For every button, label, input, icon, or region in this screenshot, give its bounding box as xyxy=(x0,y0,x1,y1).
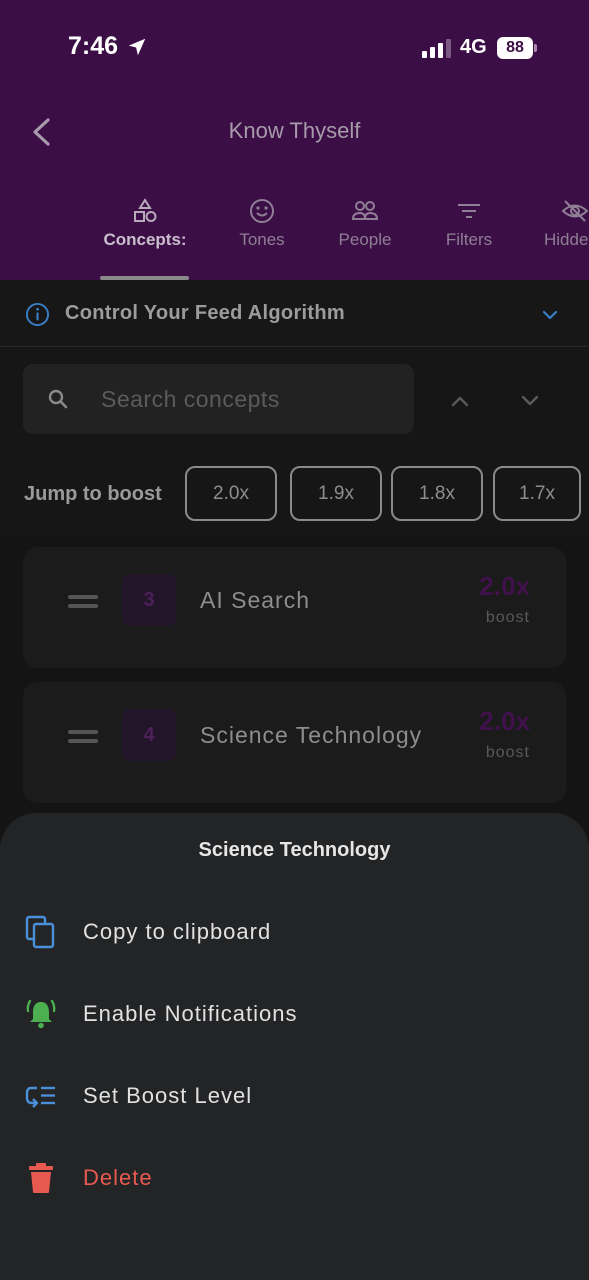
info-icon xyxy=(25,302,50,327)
tab-concepts-label: Concepts: xyxy=(103,230,187,249)
boost-chip[interactable]: 1.9x xyxy=(290,466,382,521)
concept-rank: 4 xyxy=(122,709,176,761)
info-bar-text: Control Your Feed Algorithm xyxy=(65,302,345,324)
battery-level: 88 xyxy=(497,37,533,59)
chevron-up-icon[interactable] xyxy=(447,388,473,414)
app-header: 7:46 4G 88 Know Thyself Concepts: Tones … xyxy=(0,0,589,280)
search-box[interactable] xyxy=(23,364,414,434)
concept-boost-value: 2.0x xyxy=(479,706,530,736)
concept-card[interactable]: 4 Science Technology 2.0x boost xyxy=(23,682,566,803)
concept-rank: 3 xyxy=(122,574,176,626)
action-label: Set Boost Level xyxy=(83,1083,253,1108)
location-arrow-icon xyxy=(128,38,146,56)
eye-off-icon xyxy=(561,200,589,222)
search-input[interactable] xyxy=(101,380,401,418)
concept-boost-label: boost xyxy=(485,744,530,761)
tab-filters[interactable]: Filters xyxy=(414,190,524,280)
action-bottom-sheet: Science Technology Copy to clipboard Ena… xyxy=(0,813,589,1280)
action-label: Enable Notifications xyxy=(83,1001,298,1026)
action-label: Copy to clipboard xyxy=(83,919,272,944)
boost-chip[interactable]: 1.8x xyxy=(391,466,483,521)
tab-people-label: People xyxy=(338,230,392,249)
tab-tones-label: Tones xyxy=(239,230,285,249)
bell-alert-icon xyxy=(26,999,56,1029)
tab-hidden[interactable]: Hidde xyxy=(520,190,589,280)
concept-boost-value: 2.0x xyxy=(479,571,530,601)
page-title: Know Thyself xyxy=(228,118,361,143)
network-type: 4G xyxy=(460,36,487,58)
smiley-icon xyxy=(250,199,274,223)
tab-hidden-label: Hidde xyxy=(544,230,589,249)
copy-to-clipboard-action[interactable]: Copy to clipboard xyxy=(0,915,589,985)
people-icon xyxy=(351,201,379,220)
signal-icon xyxy=(422,39,451,58)
status-bar: 7:46 4G 88 xyxy=(0,0,589,96)
search-section: Jump to boost 2.0x 1.9x 1.8x 1.7x xyxy=(0,348,589,536)
boost-level-icon xyxy=(25,1086,55,1108)
status-time: 7:46 xyxy=(68,32,119,60)
search-icon xyxy=(48,389,68,409)
active-tab-indicator xyxy=(100,276,189,280)
trash-icon xyxy=(29,1163,53,1193)
concept-card[interactable]: 3 AI Search 2.0x boost xyxy=(23,547,566,668)
tab-concepts[interactable]: Concepts: xyxy=(90,190,200,280)
sheet-title: Science Technology xyxy=(198,839,391,861)
tab-filters-label: Filters xyxy=(445,230,493,249)
drag-handle-icon[interactable] xyxy=(68,730,98,748)
boost-chip[interactable]: 1.7x xyxy=(493,466,581,521)
tab-people[interactable]: People xyxy=(310,190,420,280)
filter-icon xyxy=(458,204,480,218)
chevron-down-icon[interactable] xyxy=(517,388,543,414)
concept-name: Science Technology xyxy=(200,722,423,748)
concept-boost-label: boost xyxy=(485,609,530,626)
battery-indicator: 88 xyxy=(497,37,537,59)
tab-tones[interactable]: Tones xyxy=(207,190,317,280)
chevron-down-icon[interactable] xyxy=(540,305,560,325)
concept-name: AI Search xyxy=(200,587,310,613)
feed-algorithm-info-bar[interactable]: Control Your Feed Algorithm xyxy=(0,281,589,347)
jump-to-boost-label: Jump to boost xyxy=(24,483,162,505)
enable-notifications-action[interactable]: Enable Notifications xyxy=(0,997,589,1067)
drag-handle-icon[interactable] xyxy=(68,595,98,613)
battery-nub xyxy=(534,44,537,52)
tab-bar: Concepts: Tones People Filters Hidde xyxy=(0,190,589,280)
boost-chip[interactable]: 2.0x xyxy=(185,466,277,521)
delete-action[interactable]: Delete xyxy=(0,1161,589,1231)
action-label: Delete xyxy=(83,1165,153,1190)
set-boost-level-action[interactable]: Set Boost Level xyxy=(0,1079,589,1149)
shapes-icon xyxy=(134,198,157,222)
copy-icon xyxy=(25,915,55,949)
